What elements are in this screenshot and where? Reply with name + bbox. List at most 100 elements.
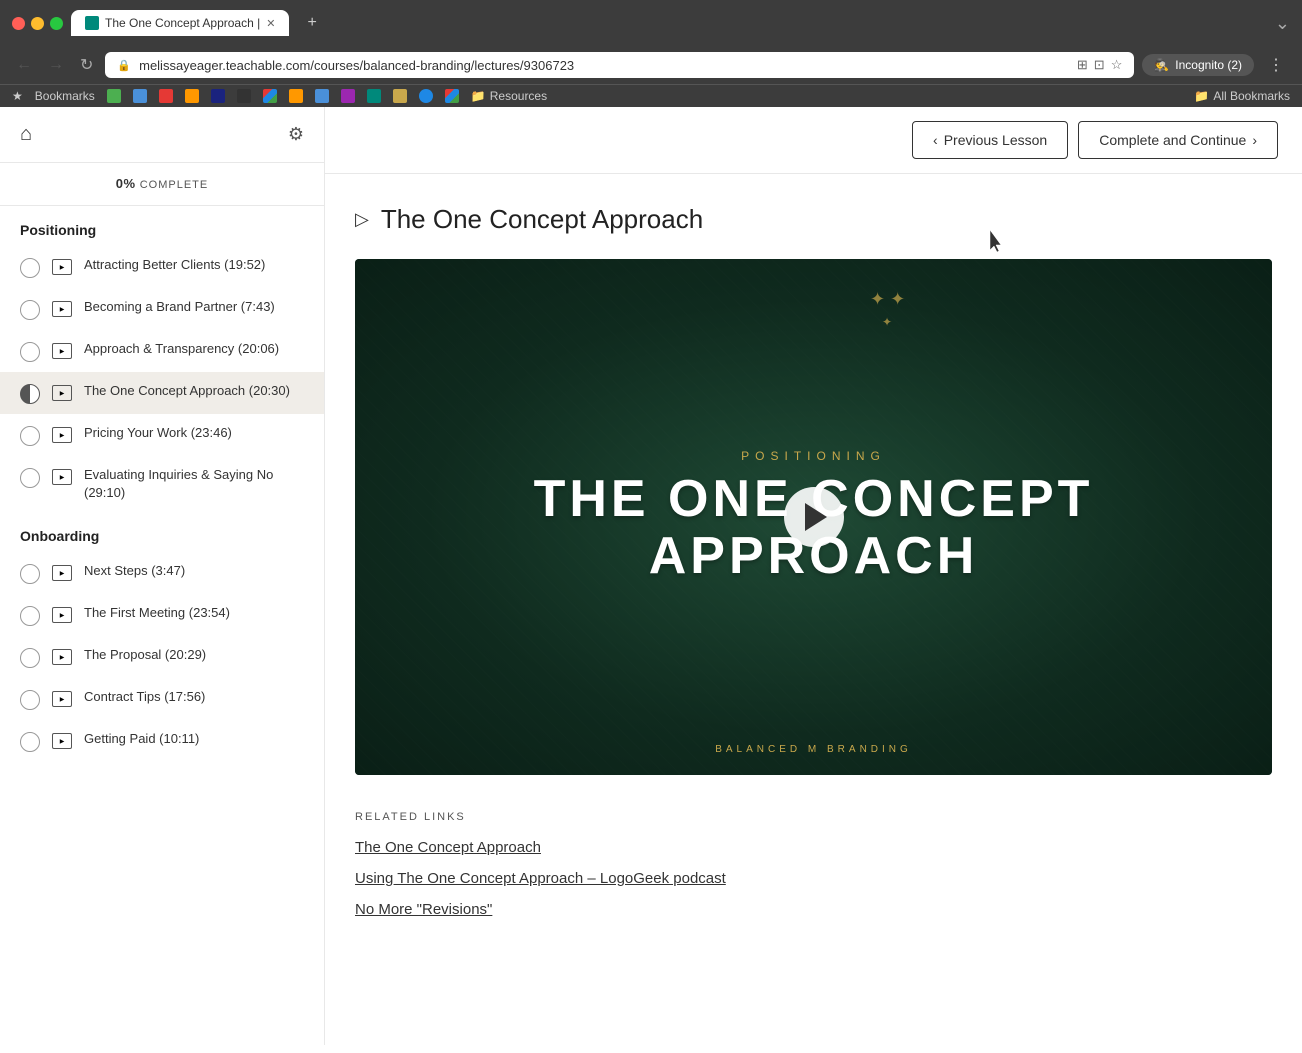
bookmark-item-14[interactable]	[445, 89, 459, 103]
forward-button[interactable]: →	[44, 54, 68, 76]
bookmark-star-icon[interactable]: ☆	[1111, 57, 1123, 73]
bookmark-item-8[interactable]	[289, 89, 303, 103]
main-header: ‹ Previous Lesson Complete and Continue …	[325, 107, 1302, 174]
bookmarks-bar: ★ Bookmarks 📁 Resources 📁 All Bookmarks	[0, 84, 1302, 107]
main-content: ‹ Previous Lesson Complete and Continue …	[325, 107, 1302, 1045]
lesson-item[interactable]: Next Steps (3:47)	[0, 552, 324, 594]
active-tab[interactable]: The One Concept Approach | ✕	[71, 10, 289, 36]
bookmark-item-3[interactable]	[159, 89, 173, 103]
chevron-left-icon: ‹	[933, 132, 938, 148]
progress-section: 0% COMPLETE	[0, 163, 324, 206]
bookmark-item-2[interactable]	[133, 89, 147, 103]
section-positioning: Positioning	[0, 206, 324, 246]
folder-icon: 📁	[471, 89, 486, 103]
lesson-check-becoming	[20, 300, 40, 320]
lesson-check-attracting	[20, 258, 40, 278]
lesson-title-becoming: Becoming a Brand Partner (7:43)	[84, 298, 275, 316]
tab-list-button[interactable]: ⌄	[1275, 13, 1290, 34]
browser-menu-button[interactable]: ⋮	[1262, 53, 1290, 77]
minimize-window-button[interactable]	[31, 17, 44, 30]
bookmark-item-5[interactable]	[211, 89, 225, 103]
previous-lesson-button[interactable]: ‹ Previous Lesson	[912, 121, 1068, 159]
incognito-label: Incognito (2)	[1175, 58, 1242, 72]
related-link-1[interactable]: Using The One Concept Approach – LogoGee…	[355, 870, 1272, 887]
page-title-row: ▷ The One Concept Approach	[355, 204, 1272, 235]
lesson-check-contract	[20, 690, 40, 710]
lesson-title-next: Next Steps (3:47)	[84, 562, 185, 580]
tab-close-button[interactable]: ✕	[266, 17, 275, 30]
video-icon-first	[52, 607, 72, 623]
security-lock-icon: 🔒	[117, 59, 131, 72]
lesson-check-next	[20, 564, 40, 584]
lesson-item[interactable]: Getting Paid (10:11)	[0, 720, 324, 762]
lesson-item[interactable]: Becoming a Brand Partner (7:43)	[0, 288, 324, 330]
lesson-item-active[interactable]: The One Concept Approach (20:30)	[0, 372, 324, 414]
bookmark-item-6[interactable]	[237, 89, 251, 103]
lesson-item[interactable]: Pricing Your Work (23:46)	[0, 414, 324, 456]
lesson-item[interactable]: Approach & Transparency (20:06)	[0, 330, 324, 372]
new-tab-button[interactable]: +	[297, 8, 326, 38]
content-area: ▷ The One Concept Approach ✦ ✦✦ POSITION…	[325, 174, 1302, 972]
bookmarks-star-icon: ★	[12, 89, 23, 103]
resources-label: Resources	[490, 89, 547, 103]
play-button[interactable]	[784, 487, 844, 547]
video-icon-pricing	[52, 427, 72, 443]
address-bar-icons: ⊞ ⊡ ☆	[1077, 57, 1122, 73]
video-icon-contract	[52, 691, 72, 707]
address-bar[interactable]: 🔒 melissayeager.teachable.com/courses/ba…	[105, 52, 1134, 78]
video-icon-next	[52, 565, 72, 581]
related-link-2[interactable]: No More "Revisions"	[355, 901, 1272, 918]
sparkles-decoration: ✦ ✦✦	[870, 289, 905, 331]
video-icon-proposal	[52, 649, 72, 665]
folder-icon-all: 📁	[1194, 89, 1209, 103]
progress-label: COMPLETE	[140, 179, 209, 191]
lesson-item[interactable]: The First Meeting (23:54)	[0, 594, 324, 636]
play-triangle-icon	[805, 503, 827, 531]
video-icon-attracting	[52, 259, 72, 275]
bookmark-item-1[interactable]	[107, 89, 121, 103]
lesson-check-proposal	[20, 648, 40, 668]
all-bookmarks-button[interactable]: 📁 All Bookmarks	[1194, 89, 1290, 103]
page-video-icon: ▷	[355, 209, 369, 230]
close-window-button[interactable]	[12, 17, 25, 30]
lesson-title-attracting: Attracting Better Clients (19:52)	[84, 256, 265, 274]
tab-title: The One Concept Approach |	[105, 16, 260, 30]
lesson-check-one-concept	[20, 384, 40, 404]
lesson-check-first	[20, 606, 40, 626]
cast-icon[interactable]: ⊡	[1094, 57, 1105, 73]
sidebar: ⌂ ⚙ 0% COMPLETE Positioning Attracting B…	[0, 107, 325, 1045]
bookmark-item-12[interactable]	[393, 89, 407, 103]
section-onboarding: Onboarding	[0, 512, 324, 552]
bookmark-item-13[interactable]	[419, 89, 433, 103]
lesson-item[interactable]: Contract Tips (17:56)	[0, 678, 324, 720]
complete-continue-button[interactable]: Complete and Continue ›	[1078, 121, 1278, 159]
bookmark-item-10[interactable]	[341, 89, 355, 103]
incognito-button[interactable]: 🕵 Incognito (2)	[1142, 54, 1254, 76]
back-button[interactable]: ←	[12, 54, 36, 76]
lesson-title-evaluating: Evaluating Inquiries & Saying No (29:10)	[84, 466, 304, 502]
home-icon[interactable]: ⌂	[20, 123, 32, 146]
browser-chrome: The One Concept Approach | ✕ + ⌄ ← → ↻ 🔒…	[0, 0, 1302, 107]
related-links-label: RELATED LINKS	[355, 811, 1272, 823]
related-link-0[interactable]: The One Concept Approach	[355, 839, 1272, 856]
bookmark-item-4[interactable]	[185, 89, 199, 103]
lesson-title-paid: Getting Paid (10:11)	[84, 730, 199, 748]
continue-label: Complete and Continue	[1099, 132, 1246, 148]
lesson-item[interactable]: The Proposal (20:29)	[0, 636, 324, 678]
video-player[interactable]: ✦ ✦✦ POSITIONING THE ONE CONCEPT APPROAC…	[355, 259, 1272, 775]
settings-icon[interactable]: ⚙	[288, 124, 304, 145]
lesson-item[interactable]: Attracting Better Clients (19:52)	[0, 246, 324, 288]
bookmark-item-9[interactable]	[315, 89, 329, 103]
bookmark-item-7[interactable]	[263, 89, 277, 103]
progress-percent: 0%	[116, 176, 136, 191]
fullscreen-window-button[interactable]	[50, 17, 63, 30]
grid-icon[interactable]: ⊞	[1077, 57, 1088, 73]
lesson-title-contract: Contract Tips (17:56)	[84, 688, 205, 706]
app: ⌂ ⚙ 0% COMPLETE Positioning Attracting B…	[0, 107, 1302, 1045]
resources-bookmark[interactable]: 📁 Resources	[471, 89, 547, 103]
lesson-check-pricing	[20, 426, 40, 446]
reload-button[interactable]: ↻	[76, 53, 97, 77]
address-bar-row: ← → ↻ 🔒 melissayeager.teachable.com/cour…	[0, 46, 1302, 84]
lesson-item[interactable]: Evaluating Inquiries & Saying No (29:10)	[0, 456, 324, 512]
bookmark-item-11[interactable]	[367, 89, 381, 103]
